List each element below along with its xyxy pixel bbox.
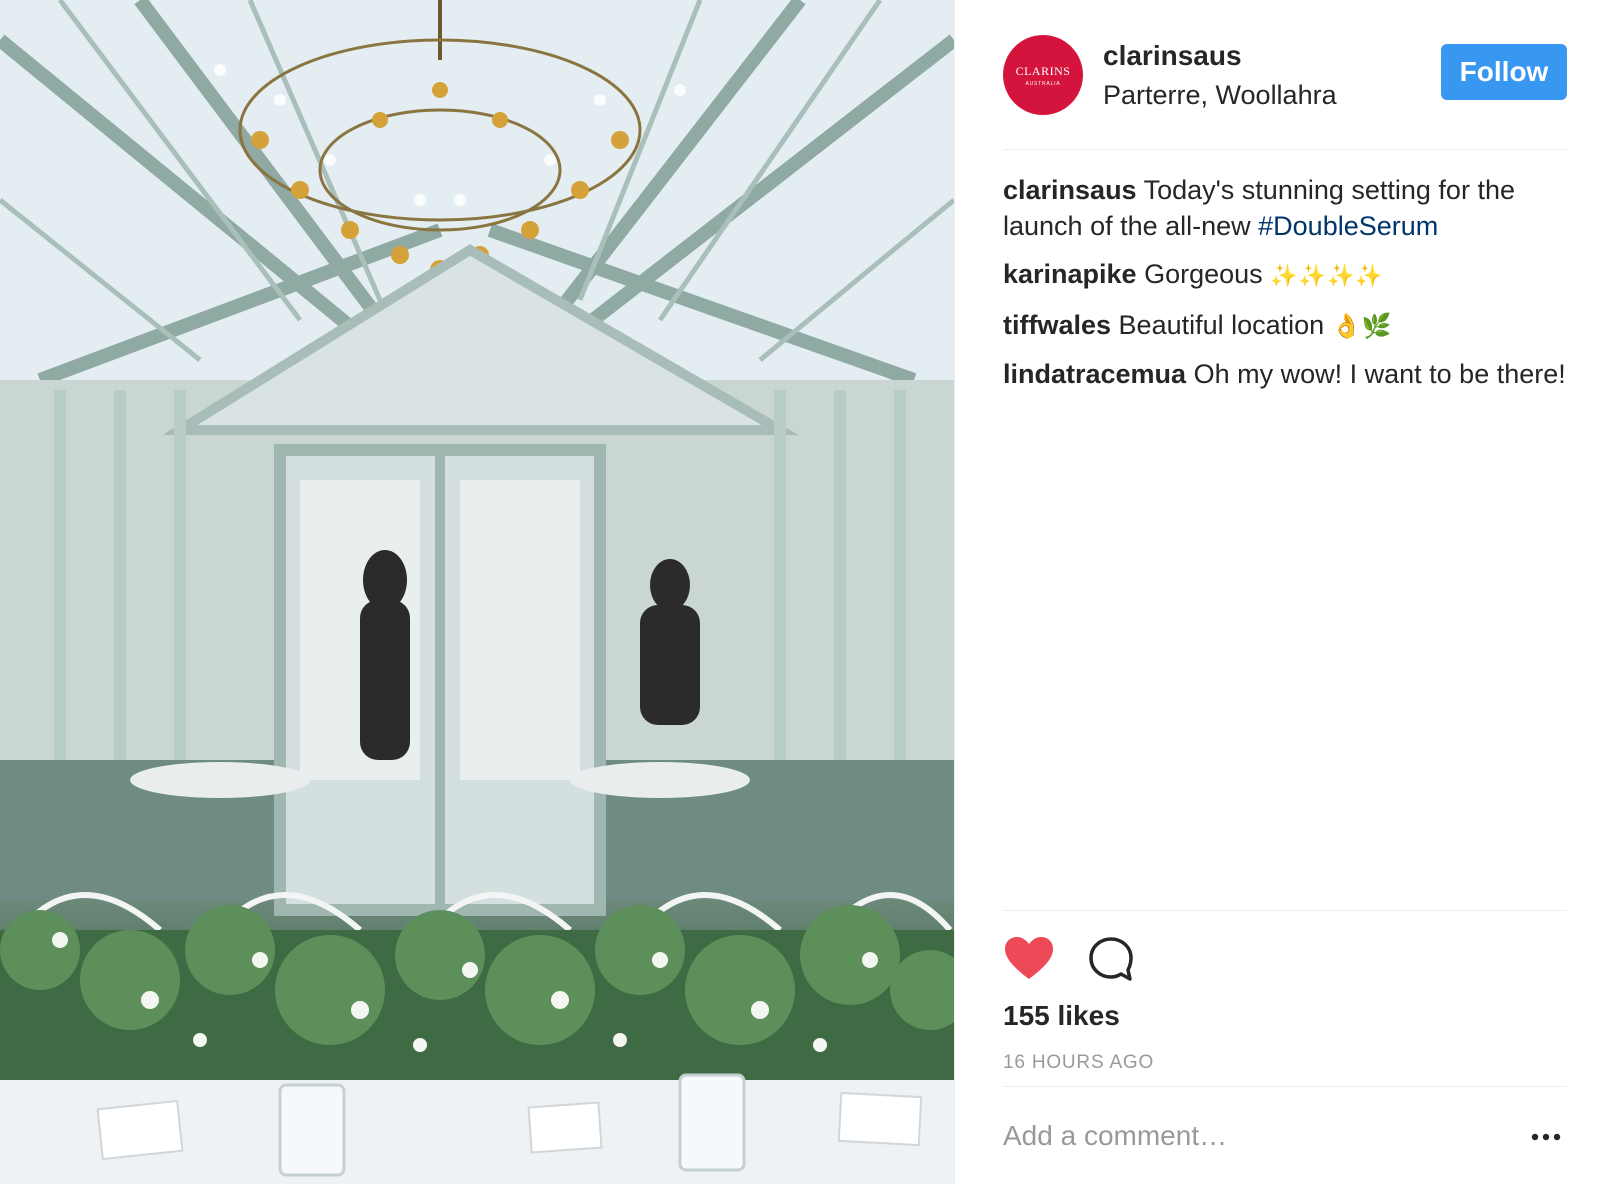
ok-hand-emoji: 👌	[1331, 312, 1362, 340]
avatar-logo-text: CLARINS	[1015, 63, 1071, 78]
follow-button[interactable]: Follow	[1441, 44, 1567, 100]
more-options-icon	[1531, 1133, 1561, 1141]
comment-username-link[interactable]: karinapike	[1003, 259, 1137, 289]
like-button[interactable]	[1003, 933, 1055, 985]
conservatory-illustration	[0, 0, 954, 1184]
username-link[interactable]: clarinsaus	[1103, 40, 1337, 72]
likes-count[interactable]: 155 likes	[1003, 1000, 1120, 1032]
comment-text: Oh my wow! I want to be there!	[1193, 359, 1566, 389]
post-sidebar: CLARINS AUSTRALIA clarinsaus Parterre, W…	[954, 0, 1610, 1184]
actions-divider	[1003, 910, 1567, 911]
add-comment-input[interactable]	[1003, 1116, 1453, 1156]
comment-item: clarinsaus Today's stunning setting for …	[1003, 172, 1567, 244]
user-block: clarinsaus Parterre, Woollahra	[1103, 40, 1337, 111]
comment-item: tiffwales Beautiful location 👌🌿	[1003, 307, 1567, 344]
avatar[interactable]: CLARINS AUSTRALIA	[1003, 35, 1083, 115]
location-link[interactable]: Parterre, Woollahra	[1103, 80, 1337, 111]
comment-bubble-icon	[1089, 937, 1133, 981]
comment-item: lindatracemua Oh my wow! I want to be th…	[1003, 356, 1567, 392]
header-divider	[1003, 149, 1567, 150]
instagram-post: CLARINS AUSTRALIA clarinsaus Parterre, W…	[0, 0, 1610, 1184]
comment-text: Beautiful location	[1118, 310, 1325, 340]
post-header: CLARINS AUSTRALIA clarinsaus Parterre, W…	[1003, 30, 1567, 120]
comment-item: karinapike Gorgeous ✨✨✨✨	[1003, 256, 1567, 295]
post-timestamp[interactable]: 16 HOURS AGO	[1003, 1052, 1154, 1074]
action-bar	[1003, 932, 1137, 986]
heart-icon	[1005, 937, 1053, 979]
avatar-logo-subtext: AUSTRALIA	[1025, 80, 1061, 87]
post-photo[interactable]	[0, 0, 954, 1184]
comment-username-link[interactable]: clarinsaus	[1003, 175, 1137, 205]
sparkles-emoji: ✨✨✨✨	[1270, 264, 1384, 289]
herb-emoji: 🌿	[1361, 312, 1392, 340]
comment-button[interactable]	[1085, 933, 1137, 985]
comment-list: clarinsaus Today's stunning setting for …	[1003, 172, 1567, 404]
comment-divider	[1003, 1086, 1567, 1087]
more-options-button[interactable]	[1526, 1122, 1566, 1152]
comment-username-link[interactable]: lindatracemua	[1003, 359, 1186, 389]
comment-text: Gorgeous	[1144, 259, 1263, 289]
hashtag-link[interactable]: #DoubleSerum	[1258, 211, 1438, 241]
comment-username-link[interactable]: tiffwales	[1003, 310, 1111, 340]
